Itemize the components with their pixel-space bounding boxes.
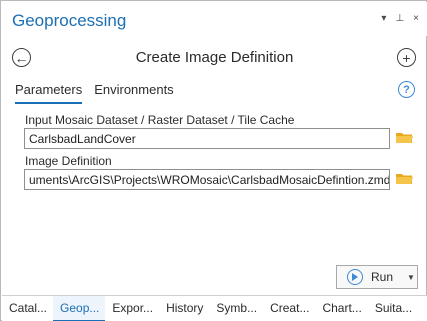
pane-controls: ▾ ⊥ × bbox=[381, 13, 419, 25]
tab-geoprocessing[interactable]: Geop... bbox=[53, 296, 106, 321]
tab-environments[interactable]: Environments bbox=[94, 82, 173, 104]
tab-history[interactable]: History bbox=[159, 296, 209, 321]
bottom-tab-strip: Catal... Geop... Expor... History Symb..… bbox=[2, 295, 427, 321]
image-definition-value: uments\ArcGIS\Projects\WROMosaic\Carlsba… bbox=[29, 173, 390, 187]
run-label: Run bbox=[371, 270, 394, 284]
play-icon bbox=[347, 269, 363, 285]
tool-title: Create Image Definition bbox=[135, 49, 294, 66]
input-dataset-label: Input Mosaic Dataset / Raster Dataset / … bbox=[25, 113, 295, 127]
tab-parameters[interactable]: Parameters bbox=[15, 82, 83, 104]
add-button[interactable]: + bbox=[397, 48, 416, 67]
input-dataset-field[interactable]: CarlsbadLandCover bbox=[24, 128, 390, 149]
geoprocessing-pane: Geoprocessing ▾ ⊥ × ← Create Image Defin… bbox=[0, 0, 427, 321]
pane-options-icon[interactable]: ▾ bbox=[381, 13, 386, 25]
image-definition-field[interactable]: uments\ArcGIS\Projects\WROMosaic\Carlsba… bbox=[24, 169, 390, 190]
browse-folder-icon[interactable] bbox=[396, 132, 413, 144]
tool-header: ← Create Image Definition + bbox=[2, 41, 427, 73]
tab-catalog[interactable]: Catal... bbox=[2, 296, 53, 321]
tab-suitability[interactable]: Suita... bbox=[368, 296, 418, 321]
help-icon[interactable]: ? bbox=[398, 81, 415, 98]
browse-folder-icon[interactable] bbox=[396, 173, 413, 185]
image-definition-label: Image Definition bbox=[25, 154, 112, 168]
pane-title-bar: Geoprocessing ▾ ⊥ × bbox=[2, 2, 427, 36]
tab-export[interactable]: Expor... bbox=[105, 296, 159, 321]
close-icon[interactable]: × bbox=[413, 13, 419, 25]
tab-symbology[interactable]: Symb... bbox=[209, 296, 263, 321]
tab-chart[interactable]: Chart... bbox=[315, 296, 367, 321]
pane-title: Geoprocessing bbox=[12, 11, 127, 30]
plus-icon: + bbox=[402, 49, 411, 66]
tool-tabs: Parameters Environments bbox=[15, 82, 174, 104]
input-dataset-value: CarlsbadLandCover bbox=[29, 132, 136, 146]
run-button[interactable]: Run ▼ bbox=[336, 265, 418, 289]
chevron-down-icon[interactable]: ▼ bbox=[407, 273, 415, 282]
pin-icon[interactable]: ⊥ bbox=[395, 13, 404, 25]
tab-create[interactable]: Creat... bbox=[263, 296, 315, 321]
